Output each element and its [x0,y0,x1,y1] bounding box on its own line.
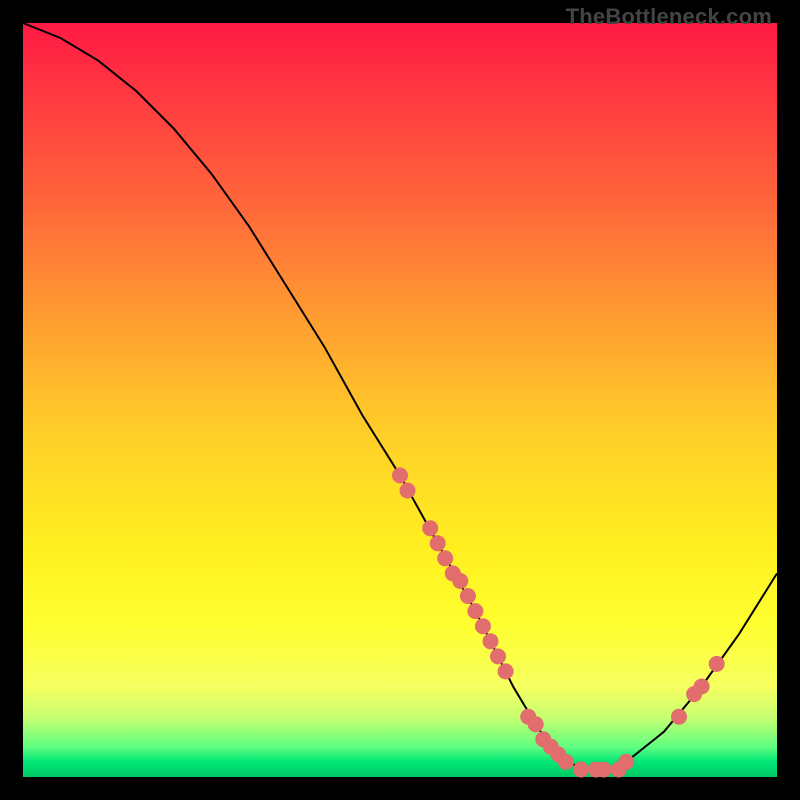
chart-frame: TheBottleneck.com [0,0,800,800]
data-point [430,535,446,551]
data-point [490,648,506,664]
data-point [400,483,416,499]
data-point [671,709,687,725]
data-point [618,754,634,770]
chart-svg [23,23,777,777]
data-point [392,467,408,483]
data-point [437,550,453,566]
data-point [422,520,438,536]
curve-layer [23,23,777,770]
data-point [596,762,612,778]
bottleneck-curve [23,23,777,770]
data-point [483,633,499,649]
plot-area [23,23,777,777]
data-point [709,656,725,672]
data-point [452,573,468,589]
data-point [475,618,491,634]
marker-layer [392,467,725,777]
data-point [573,762,589,778]
data-point [558,754,574,770]
data-point [460,588,476,604]
data-point [528,716,544,732]
data-point [498,663,514,679]
data-point [694,679,710,695]
data-point [467,603,483,619]
